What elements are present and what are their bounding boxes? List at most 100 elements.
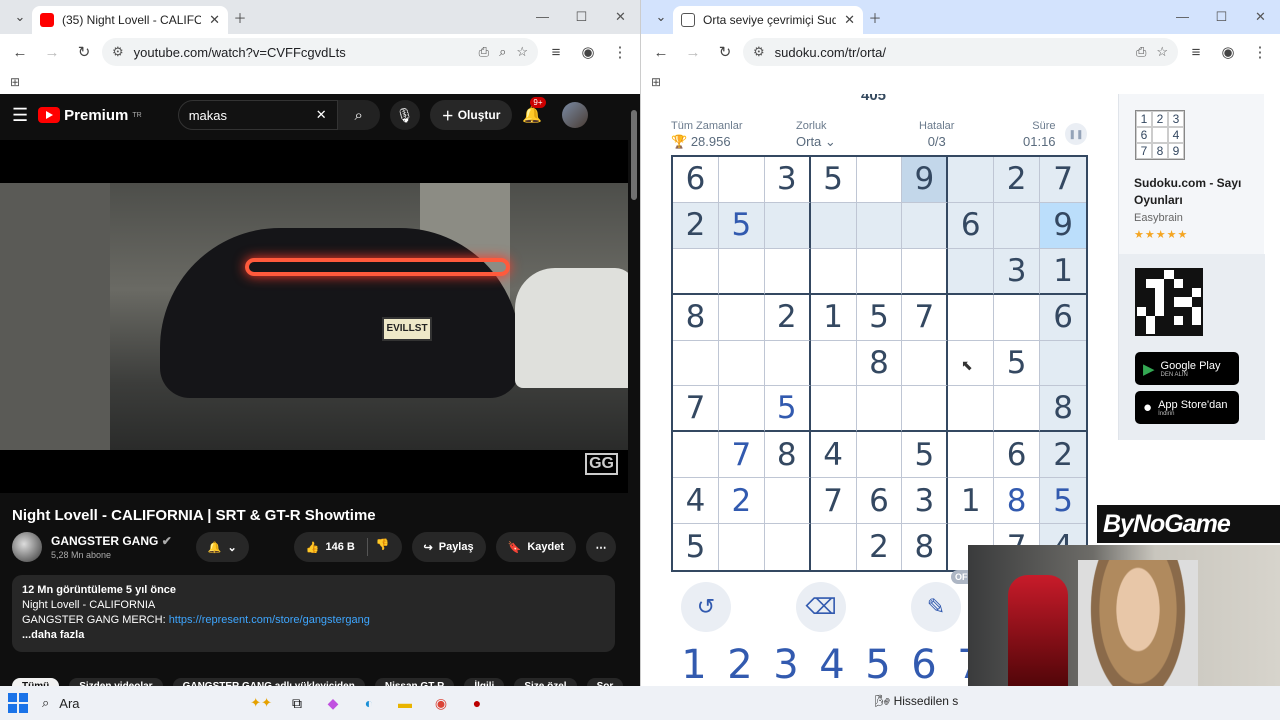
maximize-icon[interactable]: ☐ [562,9,601,25]
sudoku-cell[interactable]: 8 [1040,386,1086,433]
channel-avatar[interactable] [12,532,42,562]
sudoku-cell[interactable] [994,202,1041,249]
close-window-icon[interactable]: ✕ [601,9,640,25]
merch-link[interactable]: https://represent.com/store/gangstergang [169,614,370,626]
scrollbar-thumb[interactable] [631,110,637,200]
tab-youtube[interactable]: (35) Night Lovell - CALIFORNIA ✕ [32,6,228,34]
filter-chip[interactable]: Size özel [514,678,577,686]
number-button[interactable]: 5 [865,642,891,686]
create-button[interactable]: ＋ Oluştur [429,100,513,130]
filter-chip[interactable]: Tümü [12,678,60,686]
more-actions-button[interactable]: ⋯ [586,532,616,562]
media-icon[interactable]: ≡ [1182,44,1210,61]
filter-chip[interactable]: Sizden videolar [69,678,163,686]
sudoku-cell[interactable] [948,248,995,295]
share-button[interactable]: ↪ Paylaş [411,532,486,562]
menu-icon[interactable]: ⋮ [606,43,634,61]
sudoku-cell[interactable] [718,157,765,203]
sudoku-cell[interactable]: 2 [718,478,765,525]
sudoku-cell[interactable] [718,340,765,387]
sudoku-cell[interactable] [902,340,949,387]
tab-search-icon[interactable]: ⌄ [8,9,32,25]
sudoku-cell[interactable]: 3 [902,478,949,525]
sudoku-cell[interactable] [764,202,811,249]
forward-icon[interactable]: → [38,44,66,61]
search-input[interactable]: makas ✕ [177,100,338,130]
sudoku-cell[interactable]: 1 [948,478,995,525]
sudoku-cell[interactable]: 8 [994,478,1041,525]
sudoku-cell[interactable] [902,248,949,295]
subscribe-bell-button[interactable]: 🔔 ⌄ [195,532,249,562]
sudoku-cell[interactable]: 8 [673,294,719,341]
voice-search-button[interactable]: 🎙 [389,100,420,130]
bookmark-star-icon[interactable]: ☆ [1156,44,1168,60]
copilot-icon[interactable]: ◆ [322,692,344,714]
notifications-button[interactable]: 🔔 9+ [522,97,546,125]
site-info-icon[interactable]: ⚙ [112,44,124,60]
apps-grid-icon[interactable]: ⊞ [10,75,20,89]
sudoku-cell[interactable]: 2 [764,294,811,341]
sudoku-cell[interactable]: 7 [1040,157,1086,203]
sudoku-cell[interactable]: 5 [673,524,719,570]
close-window-icon[interactable]: ✕ [1241,9,1280,25]
sudoku-cell[interactable]: 7 [673,386,719,433]
sudoku-cell[interactable]: 3 [994,248,1041,295]
reload-icon[interactable]: ↻ [711,43,739,61]
new-tab-icon[interactable]: ＋ [863,8,887,27]
install-icon[interactable]: ⎙ [1136,44,1146,60]
task-view-icon[interactable]: ⧉ [286,692,308,714]
sudoku-cell[interactable] [856,248,903,295]
sudoku-cell[interactable]: 9 [1040,202,1086,249]
sudoku-cell[interactable]: 6 [1040,294,1086,341]
sudoku-cell[interactable] [810,340,857,387]
profile-icon[interactable]: ◉ [1214,43,1242,61]
page-scrollbar[interactable] [628,96,640,686]
file-explorer-icon[interactable]: ▬ [394,692,416,714]
minimize-icon[interactable]: — [1163,9,1202,25]
app-ad-panel[interactable]: 12364789 Sudoku.com - Sayı Oyunları Easy… [1118,94,1265,440]
install-icon[interactable]: ⎙ [479,44,489,60]
sudoku-cell[interactable] [719,524,765,570]
pause-button[interactable]: ❚❚ [1065,123,1087,145]
sudoku-cell[interactable] [856,202,903,249]
sudoku-cell[interactable] [718,248,765,295]
sudoku-cell[interactable]: 5 [1040,478,1086,525]
sudoku-cell[interactable]: 9 [902,157,949,203]
sudoku-cell[interactable] [765,524,811,570]
address-bar[interactable]: ⚙ youtube.com/watch?v=CVFFcgvdLts ⎙ ⌕ ☆ [102,38,538,66]
sudoku-cell[interactable] [673,340,719,387]
sudoku-cell[interactable]: 4 [673,478,719,525]
media-icon[interactable]: ≡ [542,44,570,61]
sudoku-cell[interactable]: 5 [718,202,765,249]
sudoku-cell[interactable]: 8 [764,432,811,479]
clear-search-icon[interactable]: ✕ [316,107,327,123]
sudoku-cell[interactable] [1040,340,1086,387]
sudoku-cell[interactable] [811,524,857,570]
sudoku-cell[interactable]: 2 [994,157,1041,203]
sudoku-cell[interactable]: 2 [1040,432,1086,479]
notes-button[interactable]: ✎ OFF [911,570,977,632]
forward-icon[interactable]: → [679,44,707,61]
obs-icon[interactable]: ● [466,692,488,714]
sudoku-cell[interactable] [673,432,719,479]
profile-icon[interactable]: ◉ [574,43,602,61]
sudoku-cell[interactable] [994,294,1041,341]
tab-sudoku[interactable]: Orta seviye çevrimiçi Sudoku - ✕ [673,6,863,34]
filter-chip[interactable]: GANGSTER GANG adlı yükleyiciden [172,678,365,686]
sudoku-cell[interactable]: 6 [994,432,1041,479]
sudoku-cell[interactable] [902,386,949,433]
sudoku-cell[interactable]: 7 [718,432,765,479]
filter-chip[interactable]: Sor [586,678,624,686]
sudoku-cell[interactable] [948,386,995,433]
sudoku-cell[interactable]: 8 [856,340,903,387]
sudoku-cell[interactable]: 7 [810,478,857,525]
sudoku-cell[interactable]: 5 [994,340,1041,387]
sudoku-cell[interactable] [718,386,765,433]
google-play-button[interactable]: ▶ Google Play DEN ALIN [1135,352,1239,385]
weather-widget[interactable]: 🌬 Hissedilen s [875,694,958,708]
number-button[interactable]: 3 [773,642,799,686]
show-more-link[interactable]: ...daha fazla [22,628,605,643]
sudoku-cell[interactable] [856,157,903,203]
like-button[interactable]: 👍 146 B 👎 [293,532,402,562]
sudoku-cell[interactable]: 5 [856,294,903,341]
